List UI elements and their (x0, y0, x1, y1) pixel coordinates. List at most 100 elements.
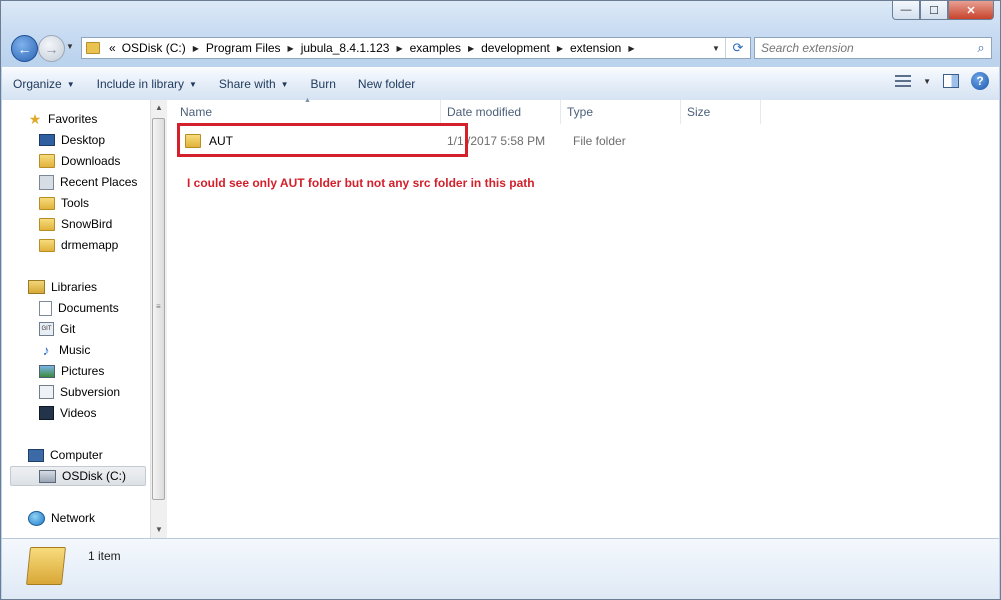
scrollbar-thumb[interactable]: ≡ (152, 118, 165, 500)
sidebar-group-label: Computer (50, 448, 103, 462)
breadcrumb-item[interactable]: Program Files (203, 41, 284, 55)
column-header-date[interactable]: Date modified (441, 100, 561, 124)
navigation-pane: ★ Favorites Desktop Downloads Recent Pla… (2, 100, 150, 538)
scroll-up-icon[interactable]: ▲ (151, 100, 167, 116)
folder-icon (26, 547, 66, 585)
view-options-dropdown[interactable]: ▼ (923, 77, 931, 86)
include-in-library-label: Include in library (96, 77, 184, 91)
file-list: ▲ Name Date modified Type Size AUT 1/1 /… (167, 97, 999, 538)
recent-pages-dropdown[interactable]: ▼ (66, 42, 74, 51)
network-icon (28, 510, 45, 526)
sidebar-item-snowbird[interactable]: SnowBird (39, 214, 112, 234)
refresh-button[interactable]: ⟳ (725, 38, 750, 58)
sidebar-group-network[interactable]: Network (28, 508, 95, 528)
sidebar-item-label: SnowBird (61, 217, 113, 231)
back-button[interactable]: ← (11, 35, 38, 62)
column-header-label: Name (180, 105, 213, 119)
address-history-dropdown[interactable]: ▼ (707, 44, 725, 53)
arrow-left-icon: ← (17, 40, 32, 57)
chevron-right-icon[interactable]: ▶ (624, 44, 638, 53)
sidebar-group-libraries[interactable]: Libraries (28, 277, 97, 297)
sidebar-item-drmemapp[interactable]: drmemapp (39, 235, 118, 255)
sidebar-item-label: Music (59, 343, 91, 357)
command-bar: Organize ▼ Include in library ▼ Share with… (2, 67, 999, 101)
sidebar-group-label: Favorites (48, 112, 98, 126)
explorer-window: — ☐ ✕ ← → ▼ « OSDisk (C:) ▶ Program File… (0, 0, 1001, 600)
sidebar-item-recent-places[interactable]: Recent Places (39, 172, 137, 192)
search-icon[interactable]: ⌕ (971, 40, 991, 56)
forward-button[interactable]: → (38, 35, 65, 62)
chevron-right-icon[interactable]: ▶ (553, 44, 567, 53)
sidebar-item-pictures[interactable]: Pictures (39, 361, 104, 381)
breadcrumb-item[interactable]: development (478, 41, 553, 55)
breadcrumb-item[interactable]: examples (407, 41, 464, 55)
annotation-highlight-box (177, 123, 468, 157)
sidebar-item-videos[interactable]: Videos (39, 403, 96, 423)
sidebar-group-favorites[interactable]: ★ Favorites (28, 109, 98, 129)
help-icon[interactable]: ? (971, 72, 989, 90)
include-in-library-button[interactable]: Include in library ▼ (86, 77, 208, 91)
column-headers: ▲ Name Date modified Type Size (167, 97, 999, 124)
breadcrumb-item[interactable]: extension (567, 41, 624, 55)
maximize-button[interactable]: ☐ (920, 1, 948, 20)
breadcrumb-overflow[interactable]: « (106, 41, 119, 55)
sidebar-item-documents[interactable]: Documents (39, 298, 119, 318)
file-type: File folder (573, 134, 626, 148)
caret-down-icon: ▼ (280, 79, 289, 89)
chevron-right-icon[interactable]: ▶ (189, 44, 203, 53)
grip-icon: ≡ (156, 302, 161, 311)
disk-icon (39, 469, 56, 483)
search-input[interactable] (755, 40, 971, 56)
organize-button[interactable]: Organize ▼ (2, 77, 86, 91)
folder-icon (39, 217, 55, 231)
change-view-icon[interactable] (895, 75, 912, 87)
sidebar-item-downloads[interactable]: Downloads (39, 151, 120, 171)
documents-icon (39, 300, 52, 316)
view-controls: ▼ ? (895, 72, 989, 90)
column-header-name[interactable]: ▲ Name (167, 97, 441, 124)
chevron-right-icon[interactable]: ▶ (284, 44, 298, 53)
chevron-right-icon[interactable]: ▶ (464, 44, 478, 53)
scroll-down-icon[interactable]: ▼ (151, 522, 167, 538)
address-bar[interactable]: « OSDisk (C:) ▶ Program Files ▶ jubula_8… (81, 37, 751, 59)
computer-icon (28, 448, 44, 462)
desktop-icon (39, 134, 55, 146)
sidebar-scrollbar[interactable]: ▲ ≡ ▼ (150, 100, 167, 538)
column-header-type[interactable]: Type (561, 100, 681, 124)
sidebar-item-label: Downloads (61, 154, 121, 168)
sidebar-item-desktop[interactable]: Desktop (39, 130, 105, 150)
caret-down-icon: ▼ (189, 79, 197, 89)
sidebar-item-subversion[interactable]: Subversion (39, 382, 120, 402)
breadcrumb-item[interactable]: jubula_8.4.1.123 (298, 41, 393, 55)
annotation-text: I could see only AUT folder but not any … (187, 176, 535, 190)
chevron-right-icon[interactable]: ▶ (392, 44, 406, 53)
preview-pane-icon[interactable] (943, 74, 959, 88)
new-folder-button[interactable]: New folder (347, 77, 426, 91)
column-header-size[interactable]: Size (681, 100, 761, 124)
sidebar-item-git[interactable]: GIT Git (39, 319, 75, 339)
close-button[interactable]: ✕ (948, 1, 994, 20)
refresh-icon: ⟳ (732, 40, 744, 55)
details-pane: 1 item (2, 538, 999, 599)
breadcrumb: « OSDisk (C:) ▶ Program Files ▶ jubula_8… (106, 41, 707, 55)
share-with-button[interactable]: Share with ▼ (208, 77, 300, 91)
sidebar-item-label: OSDisk (C:) (62, 469, 126, 483)
git-icon: GIT (39, 322, 54, 336)
search-box: ⌕ (754, 37, 992, 59)
breadcrumb-item[interactable]: OSDisk (C:) (119, 41, 189, 55)
folder-icon (39, 196, 55, 210)
caret-down-icon: ▼ (66, 79, 75, 89)
sidebar-item-tools[interactable]: Tools (39, 193, 89, 213)
sidebar-item-label: drmemapp (61, 238, 119, 252)
sidebar-item-label: Desktop (61, 133, 106, 147)
sidebar-item-music[interactable]: ♪ Music (39, 340, 91, 360)
sidebar-item-label: Pictures (61, 364, 105, 378)
downloads-folder-icon (39, 154, 55, 168)
minimize-button[interactable]: — (892, 1, 920, 20)
window-controls: — ☐ ✕ (892, 1, 994, 20)
burn-button[interactable]: Burn (300, 77, 347, 91)
sidebar-group-computer[interactable]: Computer (28, 445, 103, 465)
sort-up-icon: ▲ (304, 97, 311, 104)
sidebar-item-osdisk[interactable]: OSDisk (C:) (10, 466, 146, 486)
sidebar-item-label: Documents (58, 301, 119, 315)
